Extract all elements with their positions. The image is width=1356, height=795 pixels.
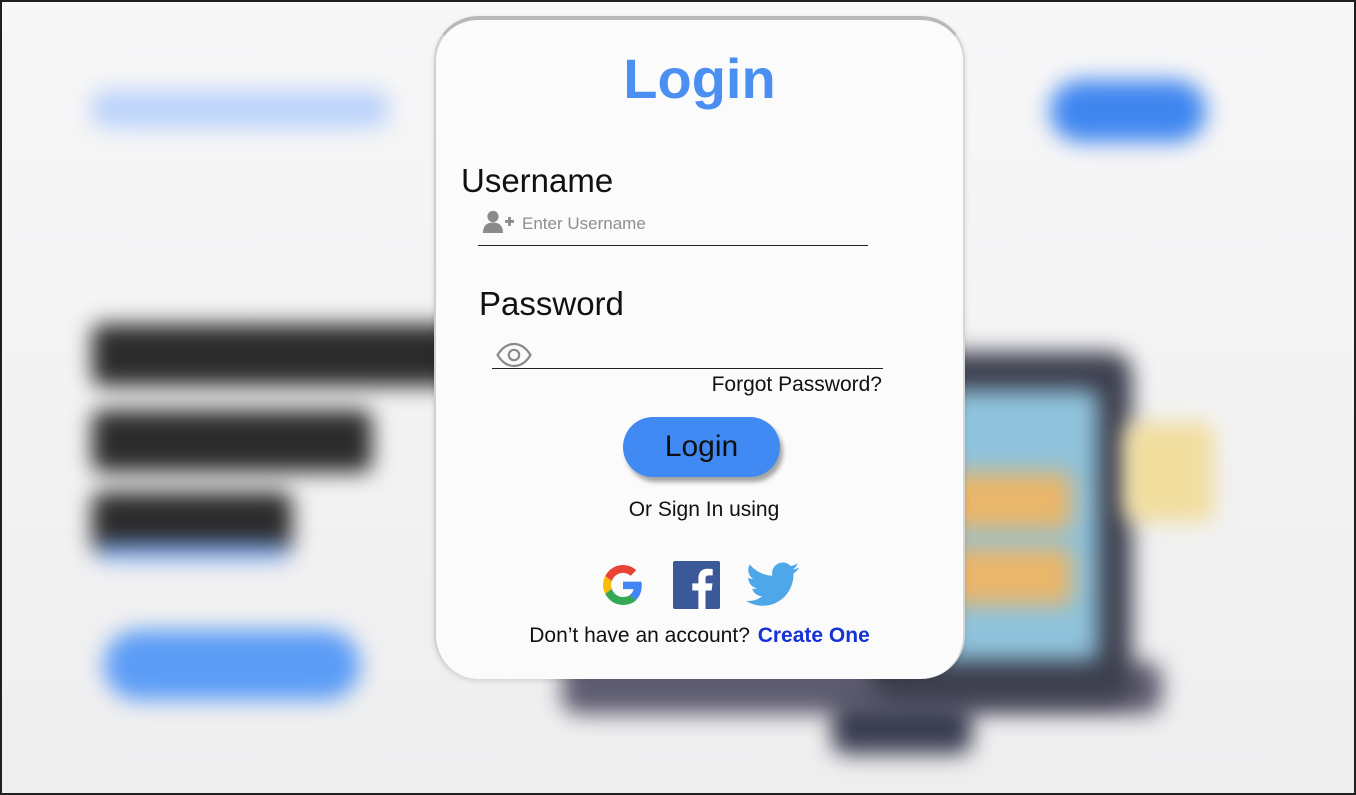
background-nav-bar — [90, 90, 390, 128]
background-nav-button — [1050, 80, 1206, 142]
facebook-icon[interactable] — [673, 561, 720, 609]
login-card: Login Username Password — [434, 16, 965, 679]
add-user-icon — [483, 210, 515, 234]
password-input[interactable] — [542, 340, 872, 364]
page-canvas: Login Username Password — [0, 0, 1356, 795]
background-illustration-accent — [1124, 422, 1214, 522]
background-headline-underline — [98, 544, 288, 560]
username-label: Username — [461, 162, 614, 199]
background-headline-line — [92, 324, 492, 386]
background-cta-button — [104, 630, 360, 700]
eye-icon[interactable] — [496, 342, 532, 368]
password-field[interactable] — [492, 328, 883, 369]
google-icon[interactable] — [603, 565, 643, 605]
create-account-link[interactable]: Create One — [758, 624, 870, 647]
username-input[interactable] — [522, 212, 862, 236]
twitter-icon[interactable] — [746, 561, 800, 609]
password-label: Password — [479, 285, 624, 322]
alt-signin-text: Or Sign In using — [628, 498, 780, 521]
login-button[interactable]: Login — [623, 417, 780, 477]
background-illustration-stand — [832, 702, 972, 754]
background-headline-line — [92, 410, 372, 472]
forgot-password-link[interactable]: Forgot Password? — [700, 373, 882, 397]
username-field[interactable] — [478, 206, 868, 246]
login-title: Login — [623, 47, 776, 110]
signup-row: Don’t have an account? Create One — [436, 624, 963, 648]
no-account-text: Don’t have an account? — [529, 624, 750, 647]
